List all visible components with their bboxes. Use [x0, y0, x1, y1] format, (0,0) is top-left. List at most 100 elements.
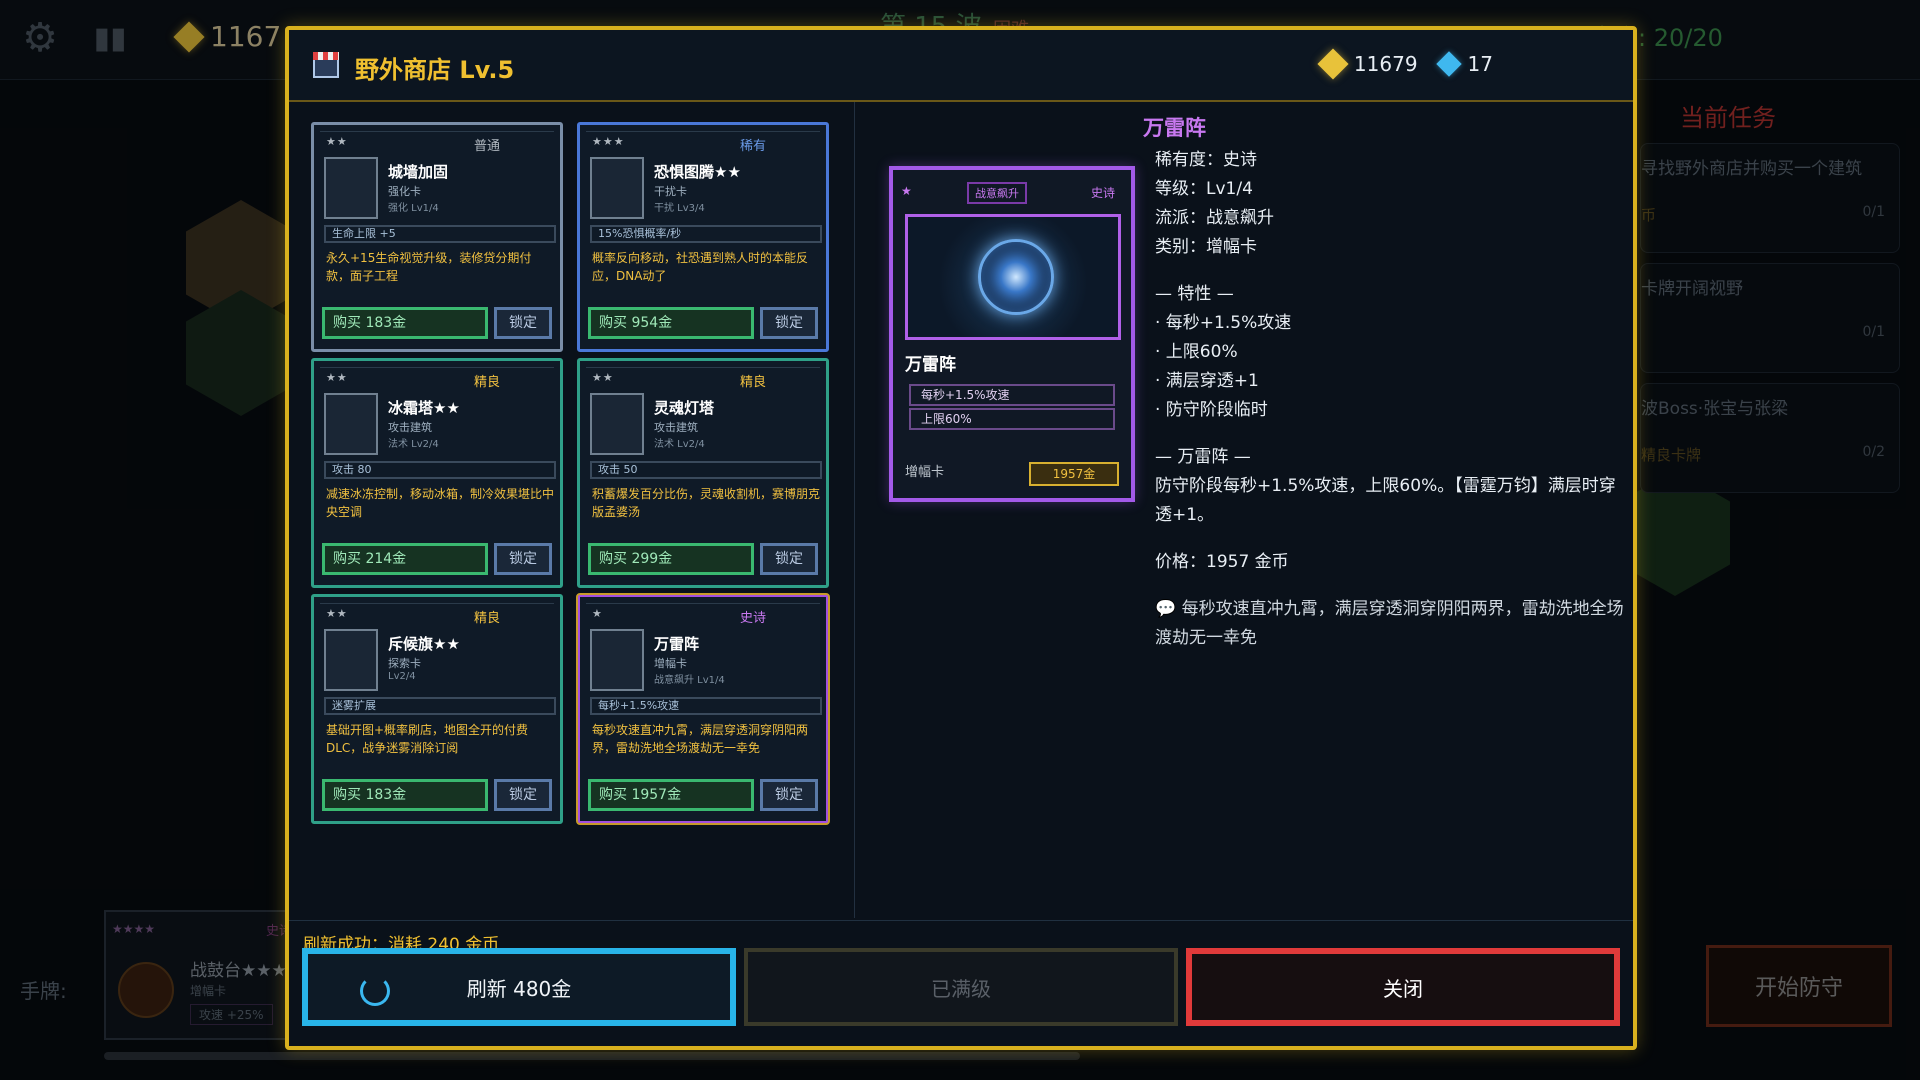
card-type: 攻击建筑 [388, 421, 432, 434]
price-line: 价格：1957 金币 [1155, 552, 1289, 572]
card-type: 增幅卡 [905, 465, 945, 480]
card-price: 1957金 [1029, 462, 1119, 486]
card-stars: ★ [592, 607, 603, 620]
level-line: 等级：Lv1/4 [1155, 179, 1253, 199]
flavor-quote: 💬 每秒攻速直冲九霄，满层穿透洞穿阴阳两界，雷劫洗地全场渡劫无一幸免 [1155, 599, 1624, 648]
card-stars: ★★ [592, 371, 614, 384]
card-buff: 每秒+1.5%攻速 [909, 384, 1115, 406]
detail-text: 稀有度：史诗 等级：Lv1/4 流派：战意飙升 类别：增幅卡 — 特性 — · … [1155, 146, 1625, 653]
card-desc: 永久+15生命视觉升级，装修贷分期付款，面子工程 [326, 251, 532, 283]
shop-card[interactable]: ★★ 精良 斥候旗★★ 探索卡 Lv2/4 迷雾扩展 基础开图+概率刷店，地图全开的付费DL… [311, 594, 563, 824]
flag-icon [324, 629, 378, 691]
card-rarity: 精良 [473, 611, 500, 626]
card-sub: 干扰 Lv3/4 [654, 203, 705, 214]
soul-tower-icon [590, 393, 644, 455]
skill-header: — 万雷阵 — [1155, 447, 1251, 467]
card-detail-pane: 万雷阵 ★ 战意飙升 史诗 万雷阵 每秒+1.5%攻速 上限60% 增幅卡 19… [855, 102, 1633, 918]
buy-button[interactable]: 购买 954金 [588, 307, 754, 339]
card-rarity: 史诗 [739, 611, 766, 626]
card-sub: 强化 Lv1/4 [388, 203, 439, 214]
card-rarity: 稀有 [739, 139, 766, 154]
card-desc: 每秒攻速直冲九霄，满层穿透洞穿阴阳两界，雷劫洗地全场渡劫无一幸免 [592, 723, 809, 755]
card-sub: 法术 Lv2/4 [654, 439, 705, 450]
card-rarity: 精良 [473, 375, 500, 390]
card-tag: 迷雾扩展 [324, 697, 556, 715]
card-name: 万雷阵 [905, 355, 956, 375]
shop-card[interactable]: ★ 史诗万雷阵增幅卡战意飙升 Lv1/4 每秒+1.5%攻速每秒攻速直冲九霄，满层穿… [576, 593, 830, 825]
lock-button[interactable]: 锁定 [760, 307, 818, 339]
card-name: 灵魂灯塔 [654, 399, 715, 417]
gold-amount: 11679 [1353, 52, 1418, 76]
gold-icon [1317, 48, 1349, 80]
divider [289, 920, 1633, 921]
totem-icon [590, 157, 644, 219]
refresh-icon [360, 976, 390, 1006]
lock-button[interactable]: 锁定 [760, 543, 818, 575]
max-level-button: 已满级 [744, 948, 1178, 1026]
card-stars: ★★ [326, 135, 348, 148]
card-sub: 法术 Lv2/4 [388, 439, 439, 450]
card-name: 恐惧图腾★★ [654, 163, 741, 181]
skill-desc: 防守阶段每秒+1.5%攻速，上限60%。【雷霆万钧】满层时穿透+1。 [1155, 476, 1616, 525]
shop-currency: 11679 17 [1317, 48, 1493, 80]
buy-button[interactable]: 购买 214金 [322, 543, 488, 575]
card-stars: ★ [901, 184, 912, 198]
trait-item: · 每秒+1.5%攻速 [1155, 313, 1292, 333]
lock-button[interactable]: 锁定 [494, 779, 552, 811]
card-rarity: 精良 [739, 375, 766, 390]
card-name: 斥候旗★★ [388, 635, 460, 653]
buy-button[interactable]: 购买 183金 [322, 307, 488, 339]
shop-modal: 野外商店 Lv.5 11679 17 ★★ 普通 城墙加固 强化卡 强化 Lv1/4 生命… [285, 26, 1637, 1050]
card-stars: ★★ [326, 607, 348, 620]
buy-button[interactable]: 购买 1957金 [588, 779, 754, 811]
lock-button[interactable]: 锁定 [760, 779, 818, 811]
thunder-array-icon [905, 214, 1121, 340]
gem-icon [1435, 51, 1462, 77]
card-tag: 每秒+1.5%攻速 [590, 697, 822, 715]
detail-title: 万雷阵 [1143, 116, 1206, 140]
card-desc: 积蓄爆发百分比伤，灵魂收割机，赛博朋克版孟婆汤 [592, 487, 821, 519]
card-tag: 生命上限 +5 [324, 225, 556, 243]
card-top-rule [320, 603, 554, 611]
frost-tower-icon [324, 393, 378, 455]
shop-icon [313, 52, 339, 78]
shop-card[interactable]: ★★ 精良 灵魂灯塔 攻击建筑 法术 Lv2/4 攻击 50 积蓄爆发百分比伤，灵魂收割机，… [577, 358, 829, 588]
card-top-rule [586, 603, 820, 611]
card-tag: 15%恐惧概率/秒 [590, 225, 822, 243]
type-line: 类别：增幅卡 [1155, 237, 1257, 257]
card-sub: Lv2/4 [388, 671, 416, 682]
lock-button[interactable]: 锁定 [494, 307, 552, 339]
shop-header: 野外商店 Lv.5 11679 17 [289, 30, 1633, 102]
shop-card[interactable]: ★★ 普通 城墙加固 强化卡 强化 Lv1/4 生命上限 +5 永久+15生命视觉升级，装修… [311, 122, 563, 352]
gem-amount: 17 [1467, 52, 1493, 76]
buy-button[interactable]: 购买 183金 [322, 779, 488, 811]
card-stars: ★★ [326, 371, 348, 384]
buy-button[interactable]: 购买 299金 [588, 543, 754, 575]
card-top-rule [320, 131, 554, 139]
shop-card[interactable]: ★★★ 稀有 恐惧图腾★★ 干扰卡 干扰 Lv3/4 15%恐惧概率/秒 概率反向移动，社恐… [577, 122, 829, 352]
card-top-rule [586, 367, 820, 375]
close-button[interactable]: 关闭 [1186, 948, 1620, 1026]
rarity-line: 稀有度：史诗 [1155, 150, 1257, 170]
card-type: 干扰卡 [654, 185, 687, 198]
thunder-array-icon [590, 629, 644, 691]
trait-item: · 上限60% [1155, 342, 1238, 362]
card-flow-badge: 战意飙升 [967, 182, 1027, 204]
card-tag: 攻击 80 [324, 461, 556, 479]
card-desc: 减速冰冻控制，移动冰箱，制冷效果堪比中央空调 [326, 487, 555, 519]
card-type: 攻击建筑 [654, 421, 698, 434]
wall-icon [324, 157, 378, 219]
card-stars: ★★★ [592, 135, 625, 148]
card-name: 冰霜塔★★ [388, 399, 460, 417]
card-rarity: 史诗 [1090, 186, 1115, 200]
card-sub: 战意飙升 Lv1/4 [654, 675, 725, 686]
card-name: 万雷阵 [654, 635, 700, 653]
lock-button[interactable]: 锁定 [494, 543, 552, 575]
trait-item: · 满层穿透+1 [1155, 371, 1259, 391]
shop-title: 野外商店 Lv.5 [355, 56, 515, 84]
detail-card-preview: ★ 战意飙升 史诗 万雷阵 每秒+1.5%攻速 上限60% 增幅卡 1957金 [889, 166, 1135, 502]
refresh-button[interactable]: 刷新 480金 [302, 948, 736, 1026]
shop-card[interactable]: ★★ 精良 冰霜塔★★ 攻击建筑法术 Lv2/4 攻击 80 减速冰冻控制，移动冰箱，制冷… [311, 358, 563, 588]
card-type: 增幅卡 [654, 657, 687, 670]
card-rarity: 普通 [473, 139, 500, 154]
